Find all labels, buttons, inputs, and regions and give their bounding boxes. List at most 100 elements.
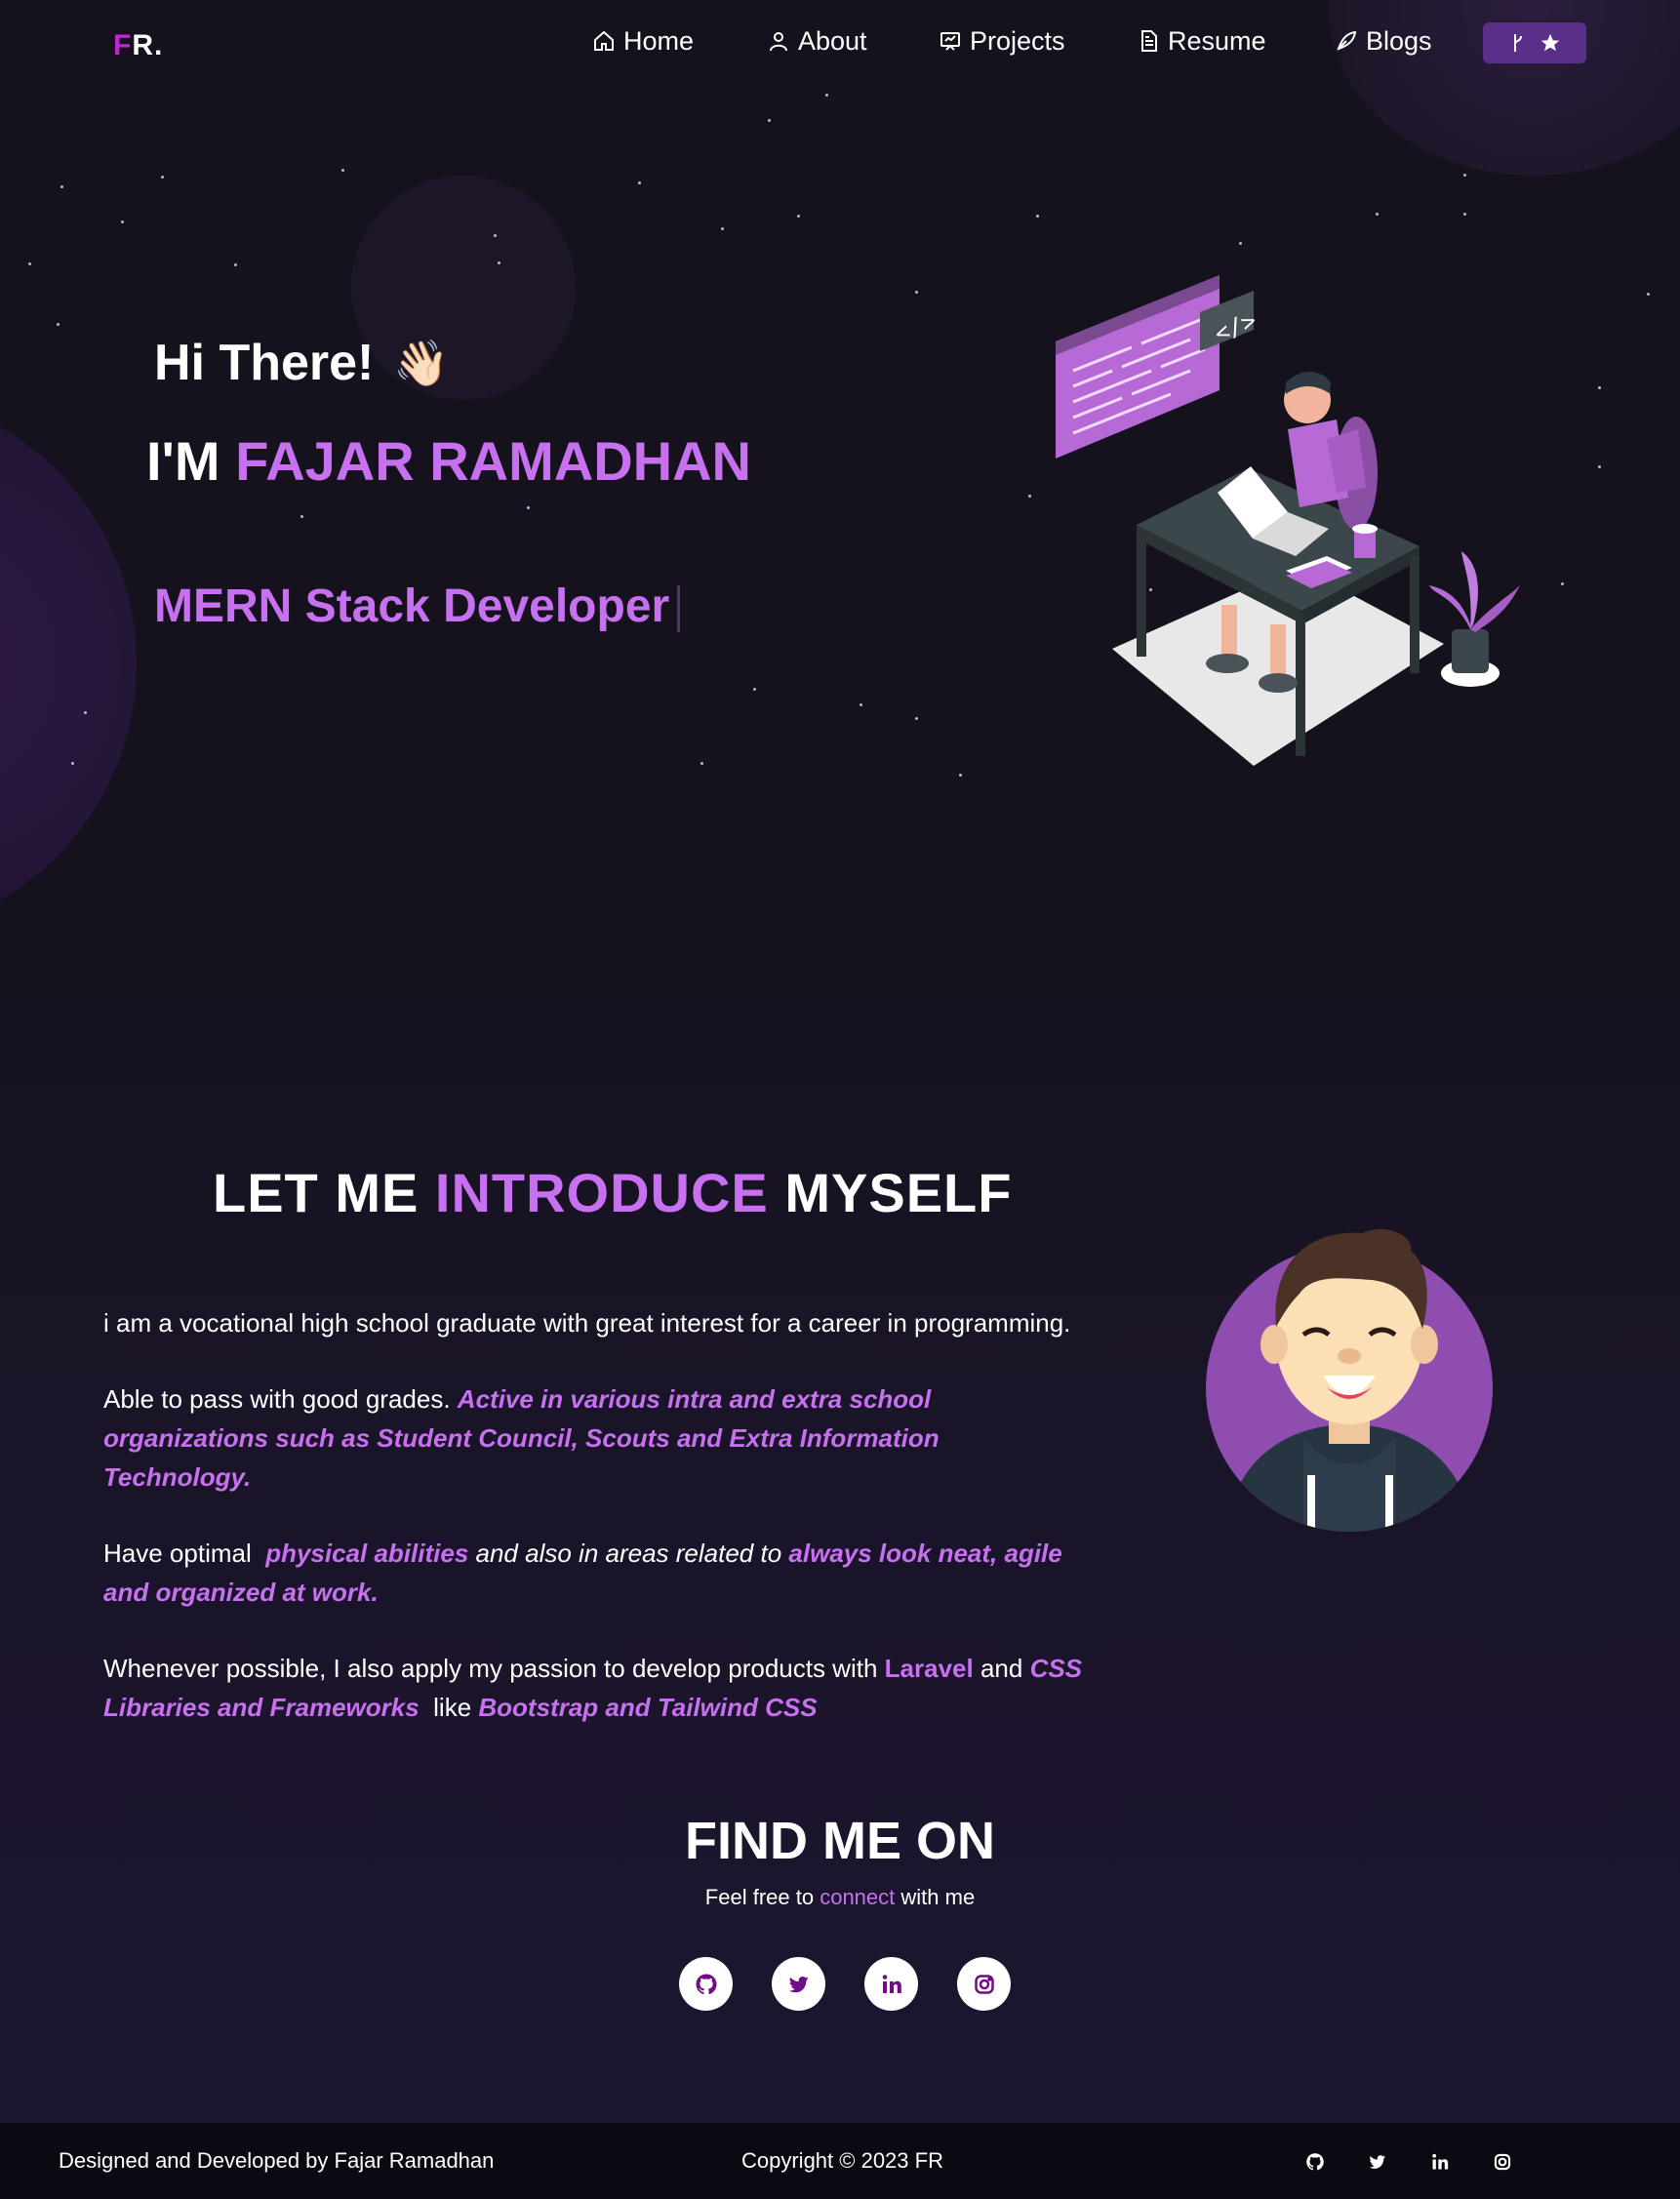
instagram-link[interactable] xyxy=(957,1957,1011,2011)
hero-section: FR. Home About Projects Resume Blogs Hi … xyxy=(0,0,1680,937)
star xyxy=(825,94,828,97)
star xyxy=(121,220,124,223)
intro-text: Whenever possible, I also apply my passi… xyxy=(103,1654,878,1683)
intro-text: and xyxy=(980,1654,1023,1683)
footer-credit: Designed and Developed by Fajar Ramadhan xyxy=(59,2148,495,2173)
nav-home[interactable]: Home xyxy=(592,21,694,60)
nav-home-label: Home xyxy=(623,25,695,56)
fork-icon xyxy=(1514,34,1522,52)
hero-name: I'M FAJAR RAMADHAN xyxy=(146,429,751,493)
linkedin-link[interactable] xyxy=(864,1957,918,2011)
star xyxy=(1028,495,1031,498)
hero-role-typewriter: MERN Stack Developer xyxy=(154,580,681,633)
star xyxy=(700,762,703,765)
intro-paragraph: Whenever possible, I also apply my passi… xyxy=(103,1649,1089,1727)
twitter-icon xyxy=(788,1976,809,1992)
footer-twitter-link[interactable] xyxy=(1366,2150,1389,2174)
instagram-icon xyxy=(1494,2153,1511,2171)
home-icon xyxy=(594,30,614,51)
star xyxy=(527,506,530,509)
star xyxy=(1463,213,1466,216)
decorative-blob xyxy=(0,390,137,937)
intro-highlight: Bootstrap and Tailwind CSS xyxy=(478,1693,818,1722)
star xyxy=(1561,582,1564,585)
name-prefix: I'M xyxy=(146,430,220,492)
intro-highlight: Laravel xyxy=(884,1654,974,1683)
wave-emoji: 👋🏻 xyxy=(393,337,450,388)
typewriter-cursor xyxy=(677,585,681,633)
star xyxy=(71,762,74,765)
developer-desk-illustration: </> xyxy=(1056,275,1520,766)
nav-blogs-label: Blogs xyxy=(1366,25,1432,56)
avatar xyxy=(1206,1229,1493,1532)
navbar: FR. Home About Projects Resume Blogs xyxy=(0,0,1680,88)
star xyxy=(1647,293,1650,296)
intro-text: like xyxy=(433,1693,472,1722)
nav-blogs[interactable]: Blogs xyxy=(1335,21,1432,60)
footer: Designed and Developed by Fajar Ramadhan… xyxy=(0,2123,1680,2199)
about-section: LET ME INTRODUCE MYSELF i am a vocationa… xyxy=(0,937,1680,2123)
github-icon xyxy=(1306,2153,1324,2171)
nav-resume-label: Resume xyxy=(1168,25,1266,56)
linkedin-icon xyxy=(882,1974,901,1993)
twitter-icon xyxy=(1369,2155,1386,2169)
star xyxy=(57,323,60,326)
star xyxy=(915,717,918,720)
find-sub-highlight: connect xyxy=(820,1885,896,1909)
linkedin-icon xyxy=(1432,2153,1449,2170)
intro-paragraph: Have optimal physical abilities and also… xyxy=(103,1534,1089,1612)
find-sub-text: with me xyxy=(900,1885,976,1909)
name-highlight: FAJAR RAMADHAN xyxy=(235,430,751,492)
site-logo[interactable]: FR. xyxy=(113,29,163,62)
footer-copyright: Copyright © 2023 FR xyxy=(741,2148,943,2173)
intro-text: Able to pass with good grades. xyxy=(103,1384,451,1414)
intro-heading: LET ME INTRODUCE MYSELF xyxy=(213,1161,1012,1224)
star xyxy=(341,169,344,172)
intro-text: i am a vocational high school graduate w… xyxy=(103,1308,1071,1338)
star xyxy=(915,291,918,294)
role-text: MERN Stack Developer xyxy=(154,580,670,632)
document-icon xyxy=(1141,30,1157,52)
footer-instagram-link[interactable] xyxy=(1491,2150,1514,2174)
star xyxy=(1598,465,1601,468)
intro-heading-highlight: INTRODUCE xyxy=(434,1162,769,1223)
nav-about[interactable]: About xyxy=(767,21,867,60)
star xyxy=(300,515,303,518)
star-icon xyxy=(1540,33,1560,52)
github-star-button[interactable] xyxy=(1483,22,1586,63)
footer-linkedin-link[interactable] xyxy=(1428,2150,1452,2174)
intro-text: Have optimal xyxy=(103,1539,252,1568)
star xyxy=(860,703,862,706)
star xyxy=(60,185,63,188)
intro-heading-part: MYSELF xyxy=(784,1162,1013,1223)
intro-paragraph: Able to pass with good grades. Active in… xyxy=(103,1379,1089,1497)
footer-social-links xyxy=(1303,2150,1514,2174)
find-me-heading: FIND ME ON xyxy=(685,1812,995,1870)
star xyxy=(28,262,31,265)
nav-resume[interactable]: Resume xyxy=(1137,21,1266,60)
twitter-link[interactable] xyxy=(772,1957,825,2011)
star xyxy=(638,181,641,184)
nav-projects[interactable]: Projects xyxy=(939,21,1065,60)
github-link[interactable] xyxy=(679,1957,733,2011)
star xyxy=(1598,386,1601,389)
intro-heading-part: LET ME xyxy=(213,1162,420,1223)
footer-github-link[interactable] xyxy=(1303,2150,1327,2174)
find-me-subtitle: Feel free to connect with me xyxy=(0,1885,1680,1910)
star xyxy=(84,711,87,714)
star xyxy=(1463,174,1466,177)
page: FR. Home About Projects Resume Blogs Hi … xyxy=(0,0,1680,2199)
nav-about-label: About xyxy=(798,25,867,56)
instagram-icon xyxy=(974,1974,994,1994)
intro-text: and also in areas related to xyxy=(475,1539,782,1568)
star xyxy=(494,234,497,237)
logo-letter-r: R. xyxy=(132,29,164,61)
logo-letter-f: F xyxy=(113,29,133,61)
user-icon xyxy=(770,32,787,52)
star xyxy=(234,263,237,266)
nav-projects-label: Projects xyxy=(970,25,1065,56)
intro-paragraph: i am a vocational high school graduate w… xyxy=(103,1303,1089,1342)
hero-greeting: Hi There! 👋🏻 xyxy=(154,334,450,392)
star xyxy=(1239,242,1242,245)
star xyxy=(753,688,756,691)
